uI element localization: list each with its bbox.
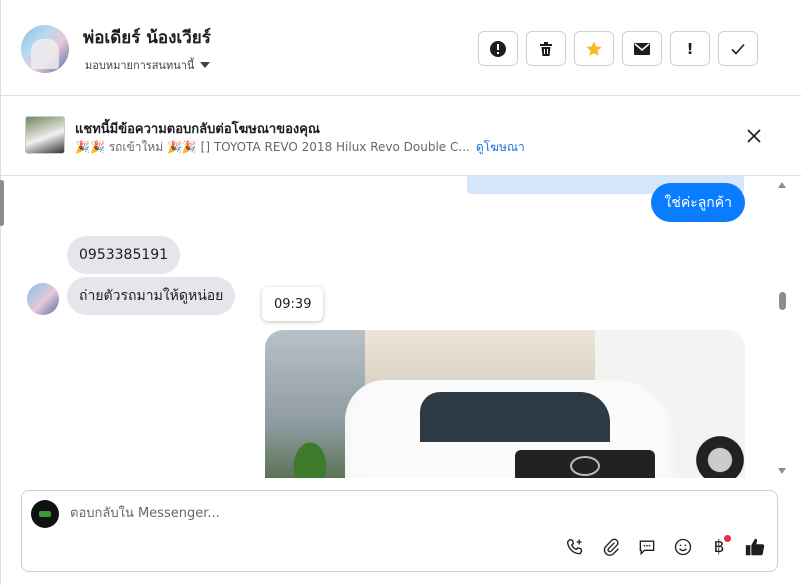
alert-circle-icon — [490, 40, 506, 57]
emoji-icon[interactable] — [671, 535, 695, 559]
conversation-header: พ่อเดียร์ น้องเวียร์ มอบหมายการสนทนานี้ … — [1, 0, 801, 96]
exclamation-icon: ! — [686, 39, 694, 58]
caret-down-icon — [200, 62, 211, 68]
outgoing-photo[interactable] — [265, 330, 745, 478]
header-actions: ! — [478, 31, 758, 66]
close-icon[interactable] — [747, 126, 761, 146]
scroll-down-icon[interactable] — [778, 468, 786, 474]
message-composer: ฿ — [21, 490, 778, 572]
paperclip-icon[interactable] — [599, 535, 623, 559]
assign-label: มอบหมายการสนทนานี้ — [85, 59, 195, 72]
photo-truck-window — [420, 392, 610, 442]
envelope-icon — [634, 42, 650, 55]
baht-icon[interactable]: ฿ — [707, 535, 731, 559]
thread-scroll-thumb[interactable] — [779, 292, 786, 310]
thumbs-up-icon[interactable] — [743, 535, 767, 559]
view-ad-link[interactable]: ดูโฆษณา — [476, 138, 525, 157]
delete-button[interactable] — [526, 31, 566, 66]
report-spam-button[interactable] — [478, 31, 518, 66]
page-avatar — [31, 500, 59, 528]
notification-dot — [724, 535, 731, 542]
thread-scrollbar[interactable] — [777, 176, 787, 476]
photo-tires — [695, 430, 745, 478]
reply-input[interactable] — [70, 501, 670, 525]
conversation-panel: พ่อเดียร์ น้องเวียร์ มอบหมายการสนทนานี้ … — [0, 0, 801, 585]
incoming-message[interactable]: 0953385191 — [67, 236, 181, 274]
left-scroll-thumb[interactable] — [0, 180, 4, 226]
star-icon — [586, 41, 602, 56]
star-button[interactable] — [574, 31, 614, 66]
photo-toyota-logo — [570, 456, 600, 476]
ad-banner-line: 🎉🎉 รถเข้าใหม่ 🎉🎉 [] TOYOTA REVO 2018 Hil… — [75, 138, 525, 157]
follow-up-button[interactable]: ! — [670, 31, 710, 66]
timestamp-tooltip: 09:39 — [262, 287, 324, 321]
ad-thumbnail[interactable] — [25, 116, 65, 154]
contact-avatar[interactable] — [21, 25, 69, 73]
photo-plant — [285, 430, 335, 478]
composer-tools: ฿ — [563, 535, 767, 559]
mark-unread-button[interactable] — [622, 31, 662, 66]
check-icon — [731, 43, 745, 55]
trash-icon — [540, 41, 552, 56]
message-thread[interactable]: ใช่ค่ะลูกค้า 0953385191 ถ่ายตัวรถมามให้ด… — [1, 176, 791, 478]
ad-banner-title: แชทนี้มีข้อความตอบกลับต่อโฆษณาของคุณ — [75, 122, 320, 137]
mark-done-button[interactable] — [718, 31, 758, 66]
assign-conversation-dropdown[interactable]: มอบหมายการสนทนานี้ — [85, 56, 211, 74]
contact-name[interactable]: พ่อเดียร์ น้องเวียร์ — [83, 24, 211, 51]
ad-description: 🎉🎉 รถเข้าใหม่ 🎉🎉 [] TOYOTA REVO 2018 Hil… — [75, 140, 470, 154]
incoming-message[interactable]: ถ่ายตัวรถมามให้ดูหน่อย — [67, 277, 236, 315]
scroll-up-icon[interactable] — [778, 182, 786, 188]
phone-plus-icon[interactable] — [563, 535, 587, 559]
chat-bubble-icon[interactable] — [635, 535, 659, 559]
ad-reply-banner: แชทนี้มีข้อความตอบกลับต่อโฆษณาของคุณ 🎉🎉 … — [1, 96, 801, 176]
outgoing-message[interactable]: ใช่ค่ะลูกค้า — [651, 183, 745, 222]
left-scrollbar[interactable] — [0, 176, 7, 236]
contact-avatar-small — [27, 283, 59, 315]
